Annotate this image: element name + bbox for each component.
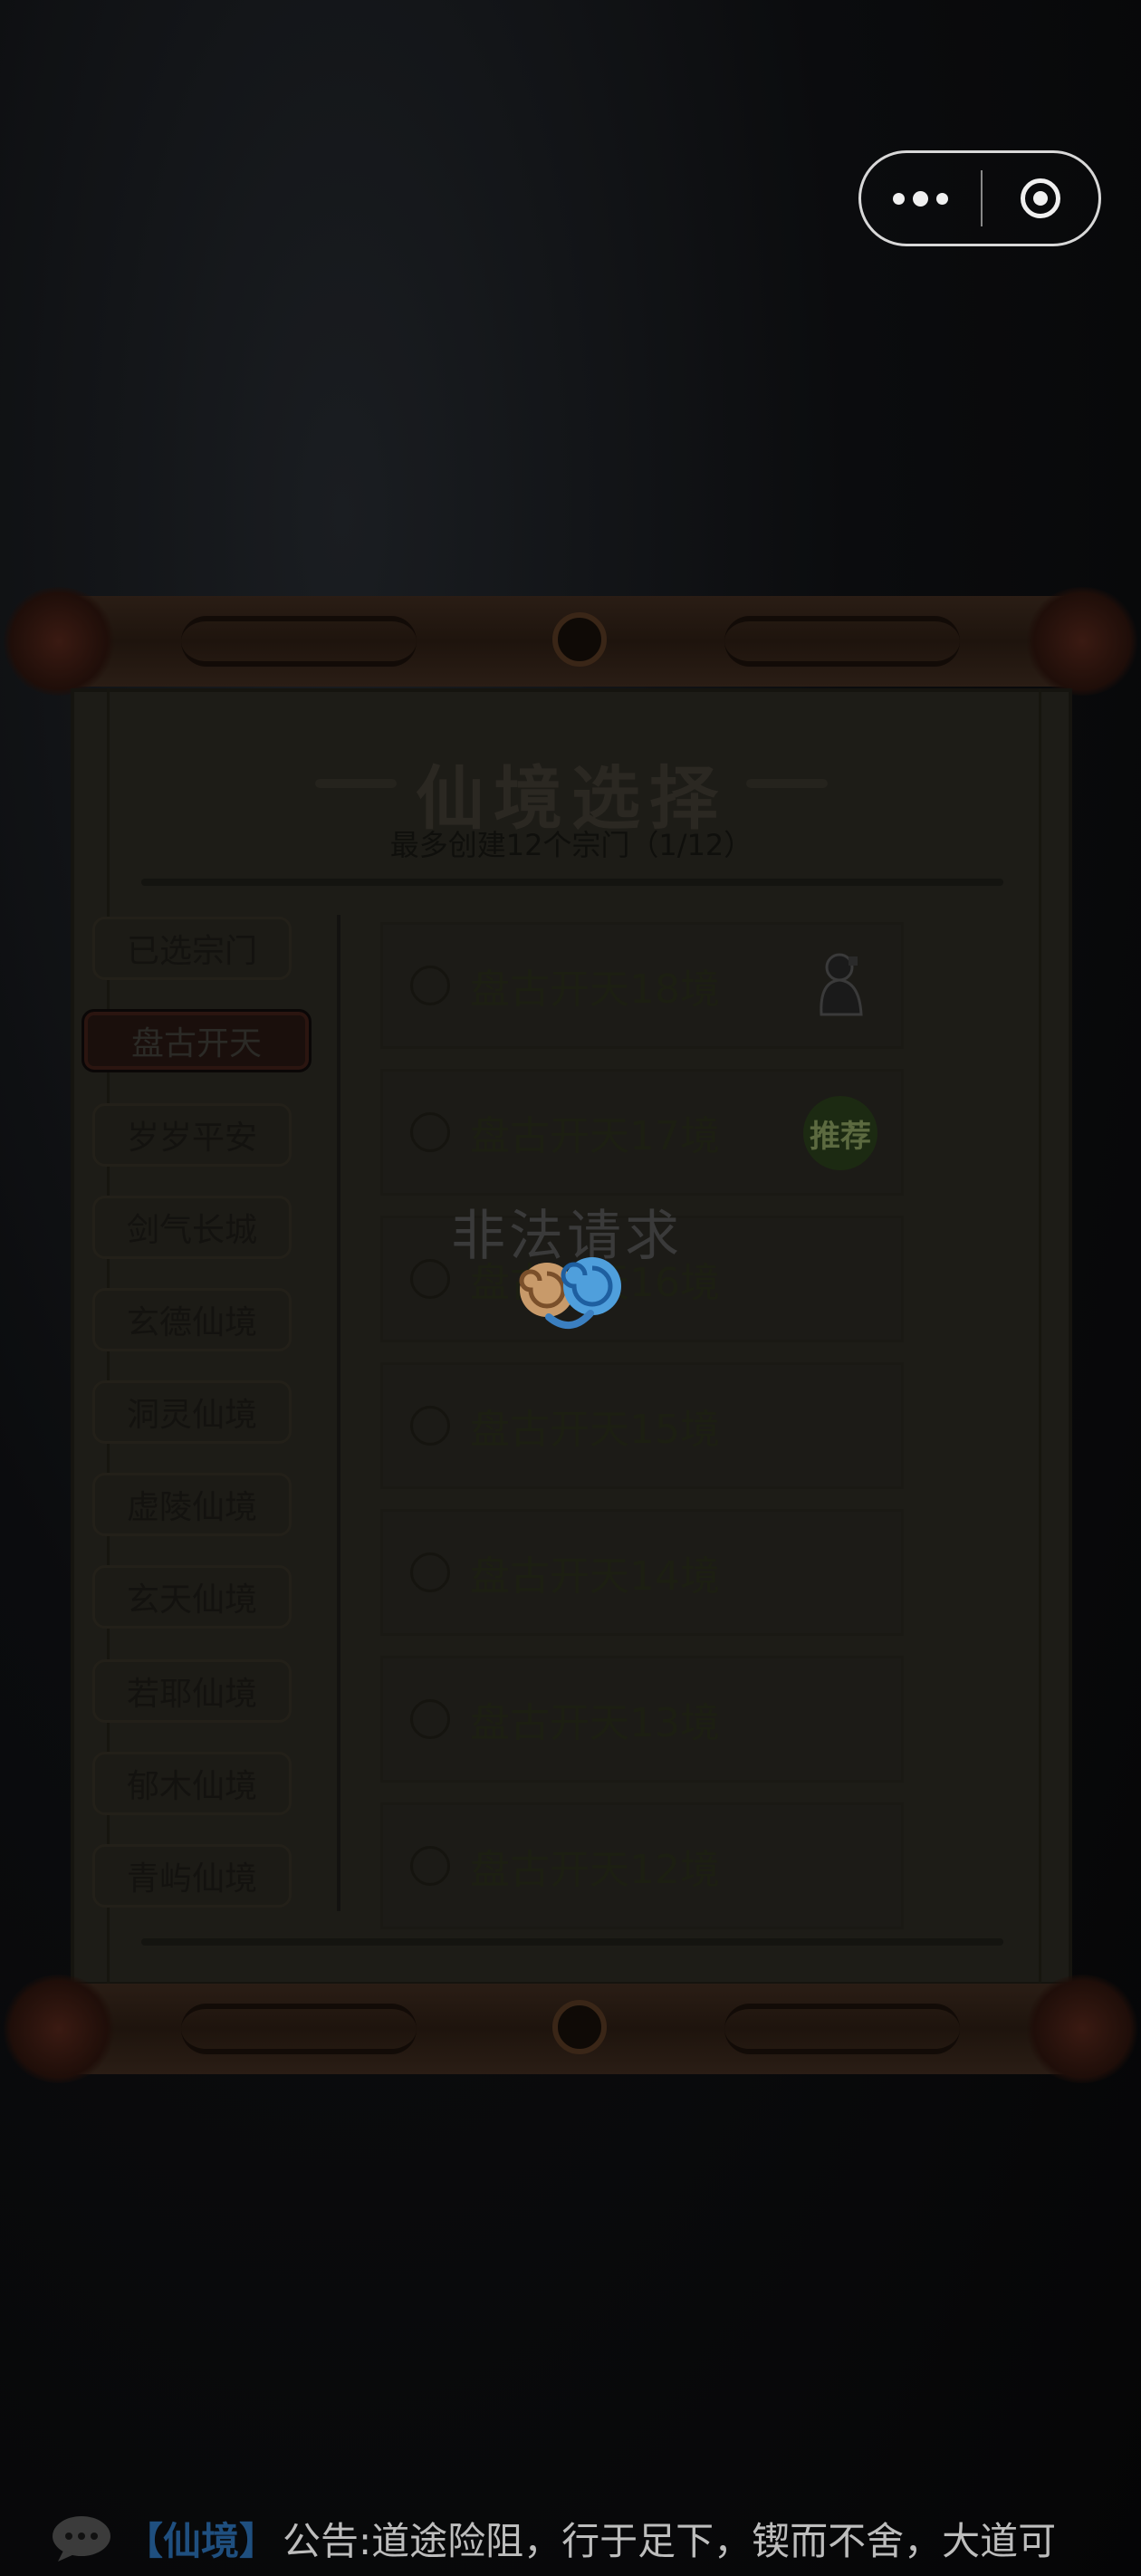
announcement-text: 公告:道途险阻，行于足下，锲而不舍，大道可 (283, 2518, 1057, 2563)
realm-status-icon (410, 966, 450, 1005)
realm-status-icon (410, 1259, 450, 1299)
tab-xuande-xianjing[interactable]: 玄德仙境 (92, 1288, 292, 1351)
cloud-pattern-decoration (181, 616, 417, 667)
realm-name: 盘古开天12境 (470, 1847, 720, 1893)
tab-ruoye-xianjing[interactable]: 若耶仙境 (92, 1659, 292, 1723)
scroll-top-rail (0, 587, 1141, 696)
realm-name: 盘古开天15境 (470, 1407, 720, 1453)
top-divider (141, 879, 1003, 886)
tab-jianqi-changcheng[interactable]: 剑气长城 (92, 1196, 292, 1259)
cloud-pattern-decoration (724, 2004, 960, 2054)
realm-card[interactable]: 盘古开天14境 (380, 1509, 904, 1636)
more-dot-icon (893, 192, 906, 205)
tab-pangu-kaitian[interactable]: 盘古开天 (82, 1009, 312, 1072)
realm-name: 盘古开天18境 (470, 966, 720, 1013)
more-dot-icon (913, 190, 929, 207)
cloud-pattern-decoration (181, 2004, 417, 2054)
panel-subtitle: 最多创建12个宗门（1/12） (389, 828, 753, 862)
target-close-icon (1020, 178, 1060, 218)
tab-list-divider (337, 915, 340, 1911)
scroll-knob (552, 612, 607, 667)
realm-card[interactable]: 盘古开天13境 (380, 1656, 904, 1783)
realm-card[interactable]: 盘古开天17境 推荐 (380, 1069, 904, 1196)
realm-status-icon (410, 1846, 450, 1886)
recommend-badge-icon: 推荐 (803, 1096, 877, 1170)
realm-status-icon (410, 1699, 450, 1739)
realm-card[interactable]: 盘古开天18境 (380, 922, 904, 1049)
realm-status-icon (410, 1406, 450, 1446)
more-dot-icon (936, 192, 949, 205)
tab-dongling-xianjing[interactable]: 洞灵仙境 (92, 1380, 292, 1444)
cloud-ornament-icon (0, 587, 118, 696)
announcement-bar: 【仙境】 公告:道途险阻，行于足下，锲而不舍，大道可 (0, 2500, 1141, 2576)
auspicious-cloud-icon (519, 1257, 621, 1329)
scroll-knob (552, 2000, 607, 2054)
realm-status-icon (410, 1552, 450, 1592)
cloud-ornament-icon (0, 1975, 118, 2083)
tab-xuling-xianjing[interactable]: 虚陵仙境 (92, 1473, 292, 1536)
more-options-button[interactable] (861, 153, 981, 244)
tab-selected-sects[interactable]: 已选宗门 (92, 917, 292, 980)
miniprogram-capsule (858, 150, 1101, 246)
realm-name: 盘古开天17境 (470, 1113, 720, 1159)
cloud-ornament-icon (1023, 587, 1141, 696)
announcement-tag: 【仙境】 (125, 2518, 278, 2563)
chat-bubble-icon (53, 2516, 110, 2562)
tab-yumu-xianjing[interactable]: 郁木仙境 (92, 1752, 292, 1815)
tab-xuantian-xianjing[interactable]: 玄天仙境 (92, 1565, 292, 1629)
cloud-pattern-decoration (724, 616, 960, 667)
cloud-ornament-icon (1023, 1975, 1141, 2083)
realm-status-icon (410, 1112, 450, 1152)
tab-qingyu-xianjing[interactable]: 青屿仙境 (92, 1844, 292, 1908)
title-decoration (746, 779, 828, 788)
close-miniprogram-button[interactable] (983, 153, 1098, 244)
scroll-bottom-rail (0, 1975, 1141, 2083)
bottom-divider (141, 1938, 1003, 1946)
realm-card[interactable]: 盘古开天12境 (380, 1802, 904, 1929)
character-figure-icon (820, 953, 863, 1016)
realm-name: 盘古开天13境 (470, 1700, 720, 1746)
realm-name: 盘古开天14境 (470, 1553, 720, 1600)
realm-card[interactable]: 盘古开天15境 (380, 1362, 904, 1489)
tab-suisui-pingan[interactable]: 岁岁平安 (92, 1103, 292, 1167)
